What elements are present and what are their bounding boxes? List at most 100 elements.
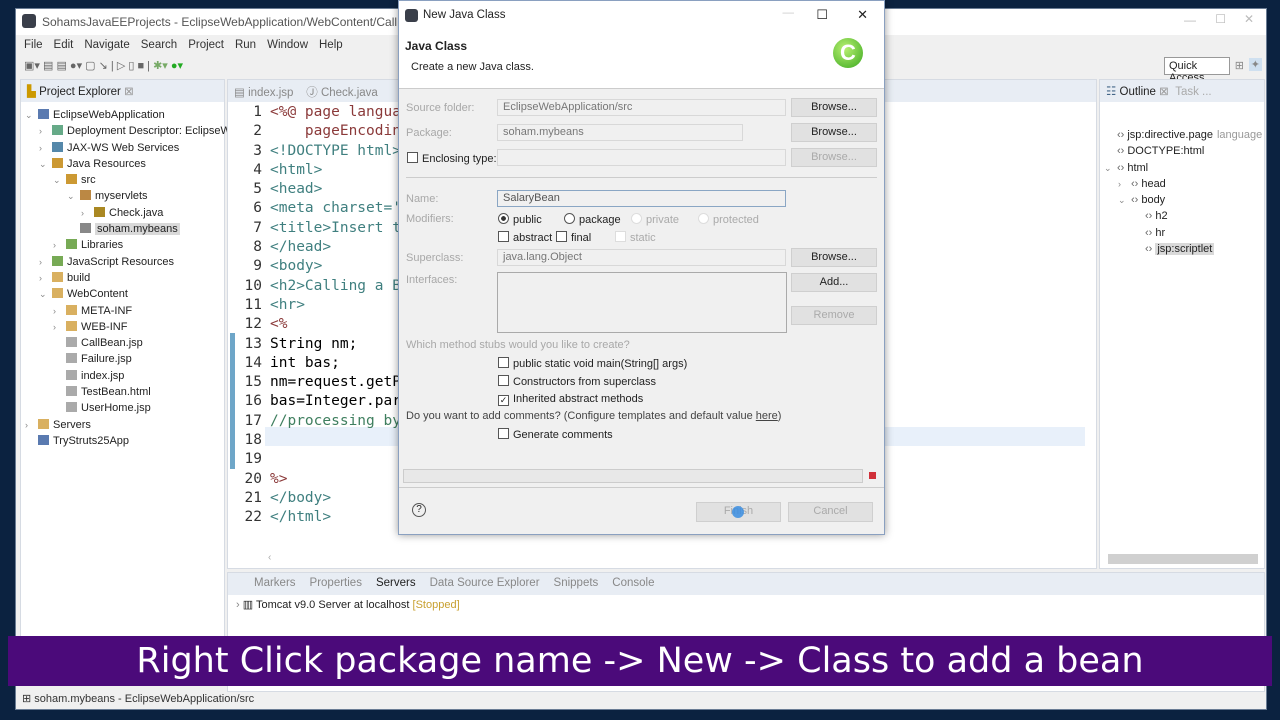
menu-project[interactable]: Project	[188, 39, 224, 51]
expand-arrow-icon[interactable]: ›	[39, 270, 52, 286]
add-interface-button[interactable]: Add...	[791, 273, 877, 292]
menu-help[interactable]: Help	[319, 39, 343, 51]
abstract-checkbox[interactable]: abstract	[498, 231, 552, 244]
editor-tab-index[interactable]: ▤ index.jsp	[234, 87, 293, 99]
stub-checkbox[interactable]: ✓ Inherited abstract methods	[498, 393, 643, 406]
outline-item[interactable]: ‹› jsp:directive.page language	[1104, 127, 1264, 143]
quick-access-field[interactable]: Quick Access	[1164, 57, 1230, 84]
bottom-tab-markers[interactable]: Markers	[254, 577, 296, 589]
final-checkbox[interactable]: final	[556, 231, 591, 244]
source-folder-browse-button[interactable]: Browse...	[791, 98, 877, 117]
tree-item[interactable]: index.jsp	[25, 368, 224, 384]
bottom-tab-servers[interactable]: Servers	[376, 577, 416, 589]
task-list-tab[interactable]: Task ...	[1175, 86, 1211, 98]
bottom-tab-data-source-explorer[interactable]: Data Source Explorer	[430, 577, 540, 589]
checkbox-icon[interactable]	[498, 357, 509, 368]
stop-progress-icon[interactable]	[869, 472, 876, 479]
resume-icon[interactable]: ▷ ▯ ■	[117, 60, 144, 72]
superclass-browse-button[interactable]: Browse...	[791, 248, 877, 267]
package-browse-button[interactable]: Browse...	[791, 123, 877, 142]
expand-arrow-icon[interactable]: ›	[81, 205, 94, 221]
tree-item[interactable]: › WEB-INF	[25, 319, 224, 335]
bottom-tab-console[interactable]: Console	[612, 577, 654, 589]
tree-item[interactable]: ⌄ src	[25, 172, 224, 188]
outline-tab[interactable]: ☷ Outline ⊠	[1106, 86, 1169, 98]
stub-checkbox[interactable]: Constructors from superclass	[498, 375, 656, 388]
configure-templates-link[interactable]: here	[756, 410, 778, 422]
new-icon[interactable]: ▣▾	[24, 60, 40, 72]
checked-checkbox-icon[interactable]: ✓	[498, 395, 509, 406]
tree-item[interactable]: soham.mybeans	[25, 221, 224, 237]
tree-item[interactable]: TryStruts25App	[25, 433, 224, 449]
debug-icon[interactable]: ✱▾	[153, 60, 168, 72]
tree-item[interactable]: ⌄ Java Resources	[25, 156, 224, 172]
interfaces-list[interactable]	[497, 272, 787, 333]
bottom-tab-properties[interactable]: Properties	[310, 577, 362, 589]
expand-arrow-icon[interactable]: ›	[25, 417, 38, 433]
expand-arrow-icon[interactable]: ⌄	[1118, 192, 1131, 208]
menu-navigate[interactable]: Navigate	[84, 39, 129, 51]
outline-item[interactable]: ‹› h2	[1104, 208, 1264, 224]
enclosing-type-checkbox[interactable]: Enclosing type:	[407, 152, 497, 165]
package-field[interactable]: soham.mybeans	[497, 124, 743, 141]
tree-item[interactable]: › JAX-WS Web Services	[25, 140, 224, 156]
close-icon[interactable]: ✕	[1244, 12, 1254, 26]
stub-checkbox[interactable]: public static void main(String[] args)	[498, 357, 687, 370]
expand-arrow-icon[interactable]: ⌄	[39, 286, 52, 302]
tree-item[interactable]: UserHome.jsp	[25, 400, 224, 416]
outline-item[interactable]: ⌄ ‹› body	[1104, 192, 1264, 208]
tree-item[interactable]: › Deployment Descriptor: EclipseW	[25, 123, 231, 139]
superclass-field[interactable]: java.lang.Object	[497, 249, 786, 266]
expand-arrow-icon[interactable]: ›	[53, 237, 66, 253]
expand-arrow-icon[interactable]: ›	[53, 303, 66, 319]
help-icon[interactable]: ?	[412, 503, 426, 517]
expand-arrow-icon[interactable]: ⌄	[25, 107, 38, 123]
expand-arrow-icon[interactable]: ›	[39, 123, 52, 139]
dialog-maximize-icon[interactable]: ☐	[816, 7, 828, 23]
outline-item[interactable]: ‹› DOCTYPE:html	[1104, 143, 1264, 159]
menu-file[interactable]: File	[24, 39, 43, 51]
profile-icon[interactable]: ●▾	[70, 60, 82, 72]
minimize-icon[interactable]: —	[1184, 13, 1196, 27]
outline-item[interactable]: ‹› jsp:scriptlet	[1104, 241, 1264, 257]
tree-item[interactable]: › JavaScript Resources	[25, 254, 224, 270]
tree-item[interactable]: › Check.java	[25, 205, 224, 221]
outline-item[interactable]: › ‹› head	[1104, 176, 1264, 192]
save-all-icon[interactable]: ▤	[56, 60, 66, 72]
open-perspective-icon[interactable]: ⊞	[1235, 59, 1244, 72]
package-radio[interactable]: package	[564, 213, 621, 226]
skip-breakpoints-icon[interactable]: ↘	[99, 60, 108, 72]
source-folder-field[interactable]: EclipseWebApplication/src	[497, 99, 786, 116]
name-field[interactable]: SalaryBean	[497, 190, 786, 207]
tree-item[interactable]: ⌄ WebContent	[25, 286, 224, 302]
tree-item[interactable]: › META-INF	[25, 303, 224, 319]
jee-perspective-icon[interactable]: ✦	[1248, 58, 1262, 71]
tree-item[interactable]: ⌄ EclipseWebApplication	[25, 107, 224, 123]
generate-comments-checkbox[interactable]: Generate comments	[498, 428, 613, 441]
checkbox-icon[interactable]	[498, 375, 509, 386]
expand-arrow-icon[interactable]: ⌄	[1104, 160, 1117, 176]
server-row[interactable]: › ▥ Tomcat v9.0 Server at localhost [Sto…	[228, 595, 1264, 614]
tree-item[interactable]: TestBean.html	[25, 384, 224, 400]
outline-item[interactable]: ‹› hr	[1104, 225, 1264, 241]
expand-arrow-icon[interactable]: ›	[1118, 176, 1131, 192]
expand-arrow-icon[interactable]: ⌄	[67, 188, 80, 204]
checkbox[interactable]	[407, 152, 418, 163]
tree-item[interactable]: › Libraries	[25, 237, 224, 253]
expand-arrow-icon[interactable]: ⌄	[53, 172, 66, 188]
code-area[interactable]: 1 <%@ page langua 2 pageEncodin 3 <!DOCTYPE …	[236, 103, 401, 528]
outline-item[interactable]: ⌄ ‹› html	[1104, 160, 1264, 176]
expand-arrow-icon[interactable]: ›	[39, 140, 52, 156]
editor-horizontal-scrollbar[interactable]: ‹	[268, 552, 1088, 564]
console-icon[interactable]: ▢	[85, 60, 95, 72]
expand-arrow-icon[interactable]: ›	[53, 319, 66, 335]
tree-item[interactable]: ⌄ myservlets	[25, 188, 224, 204]
expand-arrow-icon[interactable]: ⌄	[39, 156, 52, 172]
dialog-close-icon[interactable]: ✕	[857, 7, 868, 23]
menu-search[interactable]: Search	[141, 39, 177, 51]
save-icon[interactable]: ▤	[43, 60, 53, 72]
editor-tab-check[interactable]: Ⓙ Check.java	[306, 87, 378, 99]
expand-arrow-icon[interactable]: ›	[39, 254, 52, 270]
menu-run[interactable]: Run	[235, 39, 256, 51]
run-icon[interactable]: ●▾	[171, 60, 183, 72]
